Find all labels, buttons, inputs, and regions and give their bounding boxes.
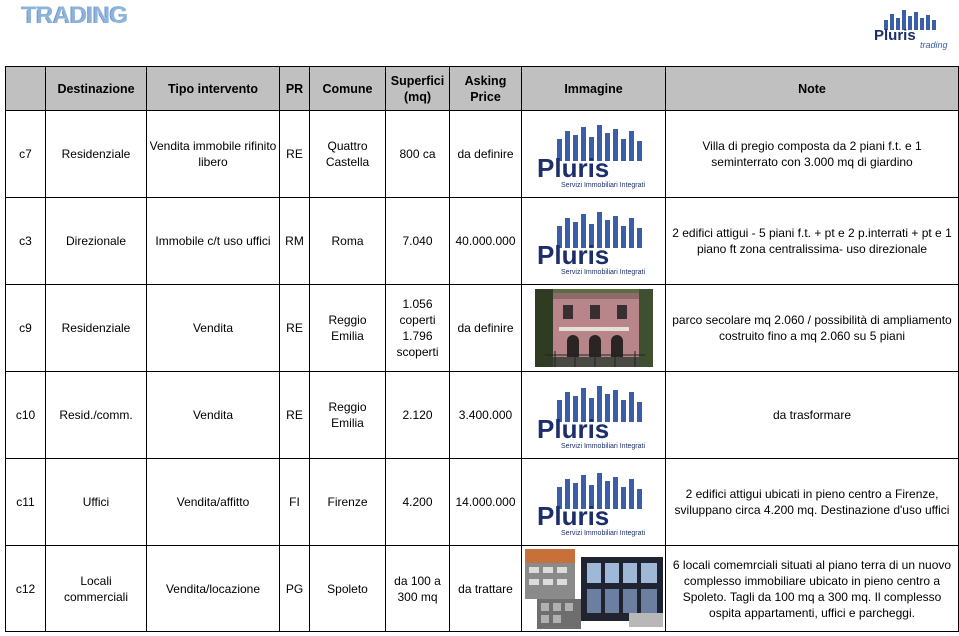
pluris-logo-brand: Pluris bbox=[537, 240, 609, 270]
header-tipo: Tipo intervento bbox=[146, 66, 280, 111]
cell-tipo: Immobile c/t uso uffici bbox=[146, 197, 280, 285]
pluris-logo: Pluris Servizi Immobiliari Integrati bbox=[537, 473, 645, 537]
cell-pr: FI bbox=[279, 458, 310, 546]
cell-price: 3.400.000 bbox=[449, 371, 522, 459]
header-destinazione: Destinazione bbox=[45, 66, 147, 111]
trading-table: Destinazione Tipo intervento PR Comune S… bbox=[5, 66, 959, 632]
cell-pr: RM bbox=[279, 197, 310, 285]
pluris-logo-tagline: Servizi Immobiliari Integrati bbox=[561, 530, 645, 537]
cell-price: 14.000.000 bbox=[449, 458, 522, 546]
pluris-logo: Pluris Servizi Immobiliari Integrati bbox=[537, 212, 645, 276]
cell-code: c11 bbox=[5, 458, 46, 546]
cell-tipo: Vendita bbox=[146, 371, 280, 459]
header-code bbox=[5, 66, 46, 111]
table-row: c12 Locali commerciali Vendita/locazione PG… bbox=[5, 545, 959, 632]
pluris-logo-tagline: Servizi Immobiliari Integrati bbox=[561, 269, 645, 276]
cell-comune: Roma bbox=[309, 197, 386, 285]
header-superfici: Superfici (mq) bbox=[385, 66, 450, 111]
cell-immagine bbox=[521, 284, 666, 372]
cell-immagine: Pluris Servizi Immobiliari Integrati bbox=[521, 197, 666, 285]
pluris-logo-brand: Pluris bbox=[537, 501, 609, 531]
cell-immagine: Pluris Servizi Immobiliari Integrati bbox=[521, 110, 666, 198]
cell-pr: RE bbox=[279, 284, 310, 372]
cell-price: da trattare bbox=[449, 545, 522, 632]
cell-tipo: Vendita immobile rifinito libero bbox=[146, 110, 280, 198]
header-note: Note bbox=[665, 66, 959, 111]
header-comune: Comune bbox=[309, 66, 386, 111]
pluris-logo-brand: Pluris bbox=[874, 27, 916, 44]
cell-superfici: 7.040 bbox=[385, 197, 450, 285]
cell-note: 2 edifici attigui - 5 piani f.t. + pt e … bbox=[665, 197, 959, 285]
cell-note: 2 edifici attigui ubicati in pieno centr… bbox=[665, 458, 959, 546]
cell-destinazione: Residenziale bbox=[45, 110, 147, 198]
building-collage bbox=[524, 548, 663, 629]
header-price: Asking Price bbox=[449, 66, 522, 111]
cell-immagine: Pluris Servizi Immobiliari Integrati bbox=[521, 458, 666, 546]
pluris-logo-trading: trading bbox=[920, 40, 948, 50]
cell-price: 40.000.000 bbox=[449, 197, 522, 285]
cell-note: da trasformare bbox=[665, 371, 959, 459]
cell-pr: PG bbox=[279, 545, 310, 632]
cell-superfici: 800 ca bbox=[385, 110, 450, 198]
pluris-trading-logo: Pluris trading bbox=[874, 10, 948, 50]
cell-note: 6 locali comemrciali situati al piano te… bbox=[665, 545, 959, 632]
table-row: c7 Residenziale Vendita immobile rifinito … bbox=[5, 110, 959, 198]
cell-note: Villa di pregio composta da 2 piani f.t.… bbox=[665, 110, 959, 198]
cell-tipo: Vendita/locazione bbox=[146, 545, 280, 632]
cell-superfici: 1.056 coperti 1.796 scoperti bbox=[385, 284, 450, 372]
cell-price: da definire bbox=[449, 284, 522, 372]
cell-comune: Reggio Emilia bbox=[309, 284, 386, 372]
cell-pr: RE bbox=[279, 371, 310, 459]
page-title: TRADING bbox=[22, 2, 128, 29]
table-row: c11 Uffici Vendita/affitto FI Firenze 4.200 14… bbox=[5, 458, 959, 546]
table-row: c10 Resid./comm. Vendita RE Reggio Emilia 2.1… bbox=[5, 371, 959, 459]
table-row: c3 Direzionale Immobile c/t uso uffici RM Ro… bbox=[5, 197, 959, 285]
cell-destinazione: Locali commerciali bbox=[45, 545, 147, 632]
cell-code: c9 bbox=[5, 284, 46, 372]
cell-code: c10 bbox=[5, 371, 46, 459]
cell-comune: Quattro Castella bbox=[309, 110, 386, 198]
cell-destinazione: Resid./comm. bbox=[45, 371, 147, 459]
cell-destinazione: Uffici bbox=[45, 458, 147, 546]
cell-tipo: Vendita/affitto bbox=[146, 458, 280, 546]
pluris-logo-tagline: Servizi Immobiliari Integrati bbox=[561, 443, 645, 450]
pluris-logo: Pluris Servizi Immobiliari Integrati bbox=[537, 386, 645, 450]
pluris-logo: Pluris Servizi Immobiliari Integrati bbox=[537, 125, 645, 189]
cell-destinazione: Residenziale bbox=[45, 284, 147, 372]
cell-immagine: Pluris Servizi Immobiliari Integrati bbox=[521, 371, 666, 459]
cell-comune: Spoleto bbox=[309, 545, 386, 632]
pluris-logo-brand: Pluris bbox=[537, 153, 609, 183]
cell-tipo: Vendita bbox=[146, 284, 280, 372]
cell-superfici: da 100 a 300 mq bbox=[385, 545, 450, 632]
cell-comune: Firenze bbox=[309, 458, 386, 546]
cell-note: parco secolare mq 2.060 / possibilità di… bbox=[665, 284, 959, 372]
header-immagine: Immagine bbox=[521, 66, 666, 111]
cell-pr: RE bbox=[279, 110, 310, 198]
table-row: c9 Residenziale Vendita RE Reggio Emilia 1.05… bbox=[5, 284, 959, 372]
cell-immagine bbox=[521, 545, 666, 632]
villa-photo bbox=[534, 289, 653, 367]
cell-comune: Reggio Emilia bbox=[309, 371, 386, 459]
pluris-logo-tagline: Servizi Immobiliari Integrati bbox=[561, 182, 645, 189]
pluris-logo-brand: Pluris bbox=[537, 414, 609, 444]
cell-code: c7 bbox=[5, 110, 46, 198]
cell-code: c12 bbox=[5, 545, 46, 632]
table-header-row: Destinazione Tipo intervento PR Comune S… bbox=[5, 66, 959, 111]
cell-price: da definire bbox=[449, 110, 522, 198]
cell-superfici: 2.120 bbox=[385, 371, 450, 459]
cell-code: c3 bbox=[5, 197, 46, 285]
header-pr: PR bbox=[279, 66, 310, 111]
cell-destinazione: Direzionale bbox=[45, 197, 147, 285]
cell-superfici: 4.200 bbox=[385, 458, 450, 546]
